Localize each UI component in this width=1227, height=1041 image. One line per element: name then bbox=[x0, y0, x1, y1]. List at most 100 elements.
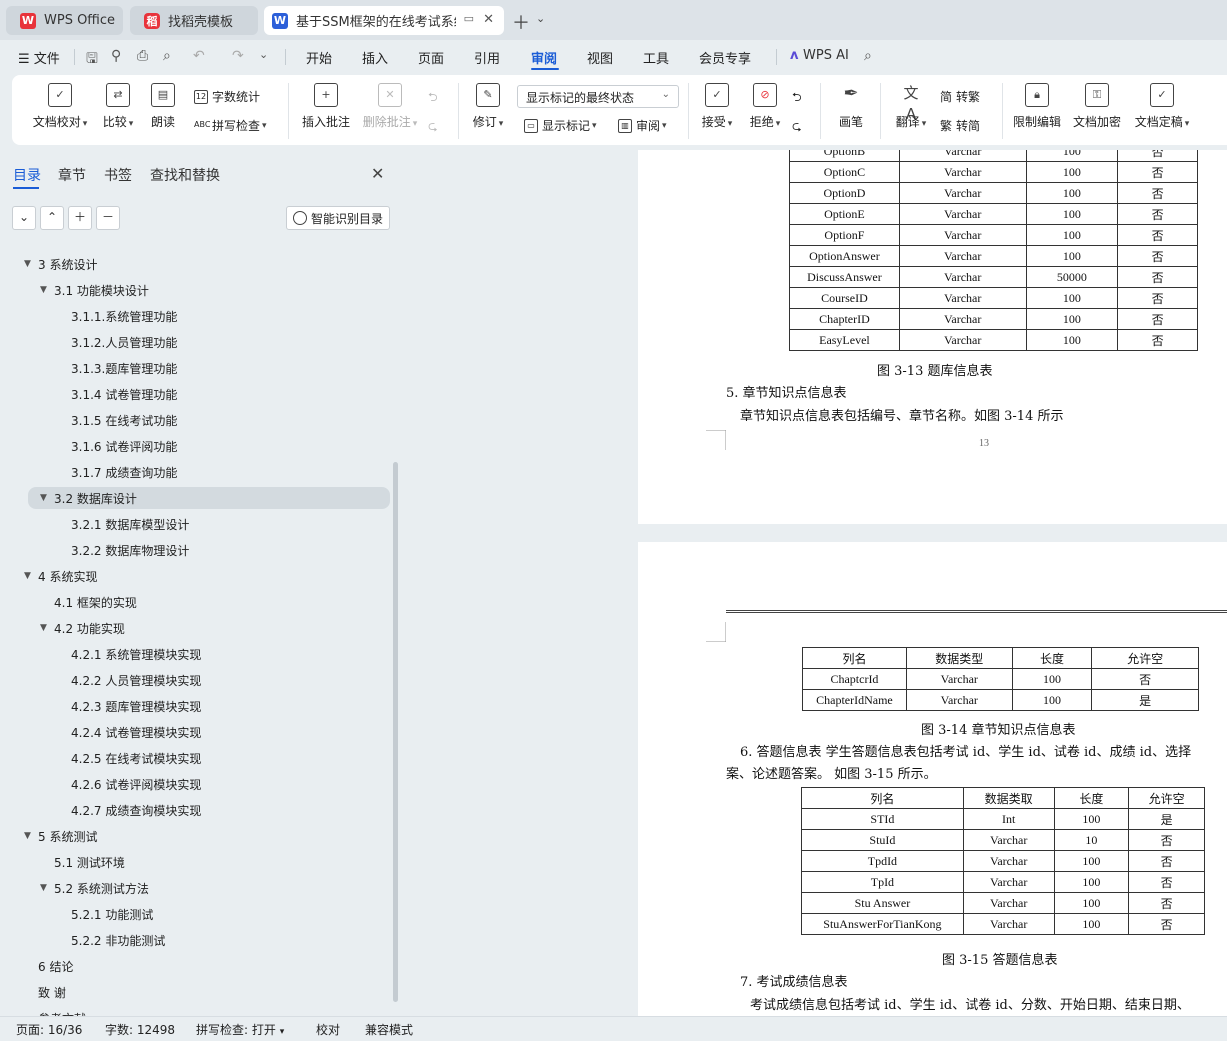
doc-encrypt-button[interactable]: ⚿ 文档加密 bbox=[1072, 83, 1122, 130]
to-simplified-button[interactable]: 繁转简 bbox=[940, 117, 980, 134]
toc-item[interactable]: 4.2.1 系统管理模块实现 bbox=[71, 643, 201, 665]
new-tab-icon[interactable]: ＋ bbox=[512, 9, 530, 35]
toc-item[interactable]: 4.2.2 人员管理模块实现 bbox=[71, 669, 201, 691]
read-aloud-button[interactable]: ▤ 朗读 bbox=[148, 83, 178, 130]
toc-item[interactable]: 3.1.4 试卷管理功能 bbox=[71, 383, 177, 405]
doc-check-button[interactable]: ✓ 文档校对 ▾ bbox=[30, 83, 90, 130]
insert-comment-button[interactable]: + 插入批注 bbox=[298, 83, 354, 130]
pen-button[interactable]: ✒ 画笔 bbox=[834, 83, 868, 130]
spell-check-button[interactable]: ABC 拼写检查 ▾ bbox=[194, 117, 267, 134]
nav-tab-bookmarks[interactable]: 书签 bbox=[104, 165, 132, 185]
toc-item[interactable]: 3.1.7 成绩查询功能 bbox=[71, 461, 177, 483]
wps-ai-button[interactable]: ᴧ WPS AI bbox=[790, 48, 849, 63]
nav-tab-toc[interactable]: 目录 bbox=[13, 165, 41, 185]
toc-item[interactable]: 4.2.3 题库管理模块实现 bbox=[71, 695, 201, 717]
markup-state-select[interactable]: 显示标记的最终状态 ⌄ bbox=[517, 85, 679, 108]
tab-docer-templates[interactable]: 稻 找稻壳模板 bbox=[130, 6, 258, 35]
tab-wps-office[interactable]: W WPS Office bbox=[6, 6, 123, 35]
chevron-down-icon[interactable]: ⌄ bbox=[536, 12, 545, 25]
monitor-icon[interactable]: ▭ bbox=[464, 12, 474, 25]
restrict-edit-button[interactable]: 🔒︎ 限制编辑 bbox=[1012, 83, 1062, 130]
compare-button[interactable]: ⇄ 比较 ▾ bbox=[98, 83, 138, 130]
revise-button[interactable]: ✎ 修订 ▾ bbox=[468, 83, 508, 130]
expand-triangle-icon[interactable]: ▼ bbox=[24, 831, 38, 841]
expand-triangle-icon[interactable]: ▼ bbox=[40, 883, 54, 893]
expand-down-button[interactable]: ⌄ bbox=[12, 206, 36, 230]
toc-item[interactable]: ▼ 5.2 系统测试方法 bbox=[40, 877, 149, 899]
toc-item[interactable]: 3.1.3.题库管理功能 bbox=[71, 357, 177, 379]
close-icon[interactable]: ✕ bbox=[483, 12, 494, 27]
file-menu[interactable]: ☰ 文件 bbox=[18, 48, 60, 67]
prev-comment-icon[interactable]: ⮌ bbox=[428, 88, 438, 109]
toc-item[interactable]: 5.1 测试环境 bbox=[40, 851, 125, 873]
menu-view[interactable]: 视图 bbox=[587, 48, 613, 67]
toc-item[interactable]: ▼ 5 系统测试 bbox=[24, 825, 97, 847]
nav-tab-find-replace[interactable]: 查找和替换 bbox=[150, 165, 220, 185]
toc-item[interactable]: 3.2.1 数据库模型设计 bbox=[71, 513, 189, 535]
to-traditional-button[interactable]: 简转繁 bbox=[940, 88, 980, 105]
toc-item[interactable]: 4.2.7 成绩查询模块实现 bbox=[71, 799, 201, 821]
accept-button[interactable]: ✓ 接受 ▾ bbox=[698, 83, 736, 130]
menu-tools[interactable]: 工具 bbox=[643, 48, 669, 67]
toc-item[interactable]: 4.2.4 试卷管理模块实现 bbox=[71, 721, 201, 743]
next-change-icon[interactable]: ⮎ bbox=[792, 117, 802, 138]
toc-item[interactable]: ▼ 3.2 数据库设计 bbox=[28, 487, 390, 509]
word-count-indicator[interactable]: 字数: 12498 bbox=[105, 1021, 175, 1038]
menu-references[interactable]: 引用 bbox=[474, 48, 500, 67]
expand-triangle-icon[interactable]: ▼ bbox=[40, 493, 54, 503]
toc-item[interactable]: 致 谢 bbox=[24, 981, 66, 1003]
proofread-status[interactable]: 校对 bbox=[316, 1021, 340, 1038]
toc-item[interactable]: 5.2.2 非功能测试 bbox=[71, 929, 165, 951]
redo-icon[interactable]: ↷ bbox=[232, 48, 244, 64]
expand-triangle-icon[interactable]: ▼ bbox=[40, 285, 54, 295]
share-icon[interactable]: ⚲ bbox=[111, 48, 121, 64]
spell-check-status[interactable]: 拼写检查: 打开 ▾ bbox=[196, 1021, 284, 1038]
toc-item[interactable]: 3.2.2 数据库物理设计 bbox=[71, 539, 189, 561]
doc-finalize-button[interactable]: ✓ 文档定稿 ▾ bbox=[1132, 83, 1192, 130]
nav-scrollbar[interactable] bbox=[393, 462, 398, 1002]
print-icon[interactable]: ⎙ bbox=[137, 48, 148, 64]
page-indicator[interactable]: 页面: 16/36 bbox=[16, 1021, 82, 1038]
smart-toc-button[interactable]: 智能识别目录 bbox=[286, 206, 390, 230]
menu-review[interactable]: 审阅 bbox=[531, 48, 557, 67]
expand-triangle-icon[interactable]: ▼ bbox=[24, 259, 38, 269]
toc-item[interactable]: 3.1.6 试卷评阅功能 bbox=[71, 435, 177, 457]
toc-item[interactable]: 3.1.2.人员管理功能 bbox=[71, 331, 177, 353]
show-markup-button[interactable]: ▭ 显示标记 ▾ bbox=[524, 117, 597, 134]
toc-item[interactable]: 5.2.1 功能测试 bbox=[71, 903, 153, 925]
close-icon[interactable]: ✕ bbox=[371, 164, 384, 183]
toc-item[interactable]: ▼ 4.2 功能实现 bbox=[40, 617, 125, 639]
menu-page[interactable]: 页面 bbox=[418, 48, 444, 67]
expand-triangle-icon[interactable]: ▼ bbox=[24, 571, 38, 581]
toc-item[interactable]: ▼ 3 系统设计 bbox=[24, 253, 97, 275]
nav-tab-chapters[interactable]: 章节 bbox=[58, 165, 86, 185]
menu-member[interactable]: 会员专享 bbox=[699, 48, 751, 67]
word-count-button[interactable]: 12 字数统计 bbox=[194, 88, 260, 105]
add-heading-button[interactable]: ＋ bbox=[68, 206, 92, 230]
delete-comment-button[interactable]: ✕ 删除批注 ▾ bbox=[360, 83, 420, 130]
search-icon[interactable]: ⌕ bbox=[864, 48, 872, 64]
prev-change-icon[interactable]: ⮌ bbox=[792, 88, 802, 109]
translate-button[interactable]: 文A 翻译 ▾ bbox=[892, 83, 930, 130]
toc-item[interactable]: ▼ 4 系统实现 bbox=[24, 565, 97, 587]
review-pane-button[interactable]: ▥ 审阅 ▾ bbox=[618, 117, 667, 134]
toc-item[interactable]: 3.1.1.系统管理功能 bbox=[71, 305, 177, 327]
toc-item[interactable]: 6 结论 bbox=[24, 955, 73, 977]
collapse-up-button[interactable]: ⌃ bbox=[40, 206, 64, 230]
toc-item[interactable]: ▼ 3.1 功能模块设计 bbox=[40, 279, 149, 301]
document-area[interactable]: OptionB Varchar 100 否 OptionC Varchar 100 否 Opti… bbox=[404, 150, 1227, 1016]
toc-item[interactable]: 3.1.5 在线考试功能 bbox=[71, 409, 177, 431]
tab-current-document[interactable]: W 基于SSM框架的在线考试系统 ▭ ✕ bbox=[264, 6, 504, 35]
menu-start[interactable]: 开始 bbox=[306, 48, 332, 67]
toc-item[interactable]: 4.2.5 在线考试模块实现 bbox=[71, 747, 201, 769]
more-chevron-icon[interactable]: ⌄ bbox=[259, 48, 268, 61]
undo-icon[interactable]: ↶ bbox=[193, 48, 205, 64]
menu-insert[interactable]: 插入 bbox=[362, 48, 388, 67]
reject-button[interactable]: ⊘ 拒绝 ▾ bbox=[746, 83, 784, 130]
print-preview-icon[interactable]: ⌕ bbox=[163, 48, 171, 64]
next-comment-icon[interactable]: ⮎ bbox=[428, 117, 438, 138]
remove-heading-button[interactable]: － bbox=[96, 206, 120, 230]
toc-item[interactable]: 4.1 框架的实现 bbox=[40, 591, 137, 613]
save-icon[interactable]: 🖫 bbox=[86, 48, 98, 72]
expand-triangle-icon[interactable]: ▼ bbox=[40, 623, 54, 633]
